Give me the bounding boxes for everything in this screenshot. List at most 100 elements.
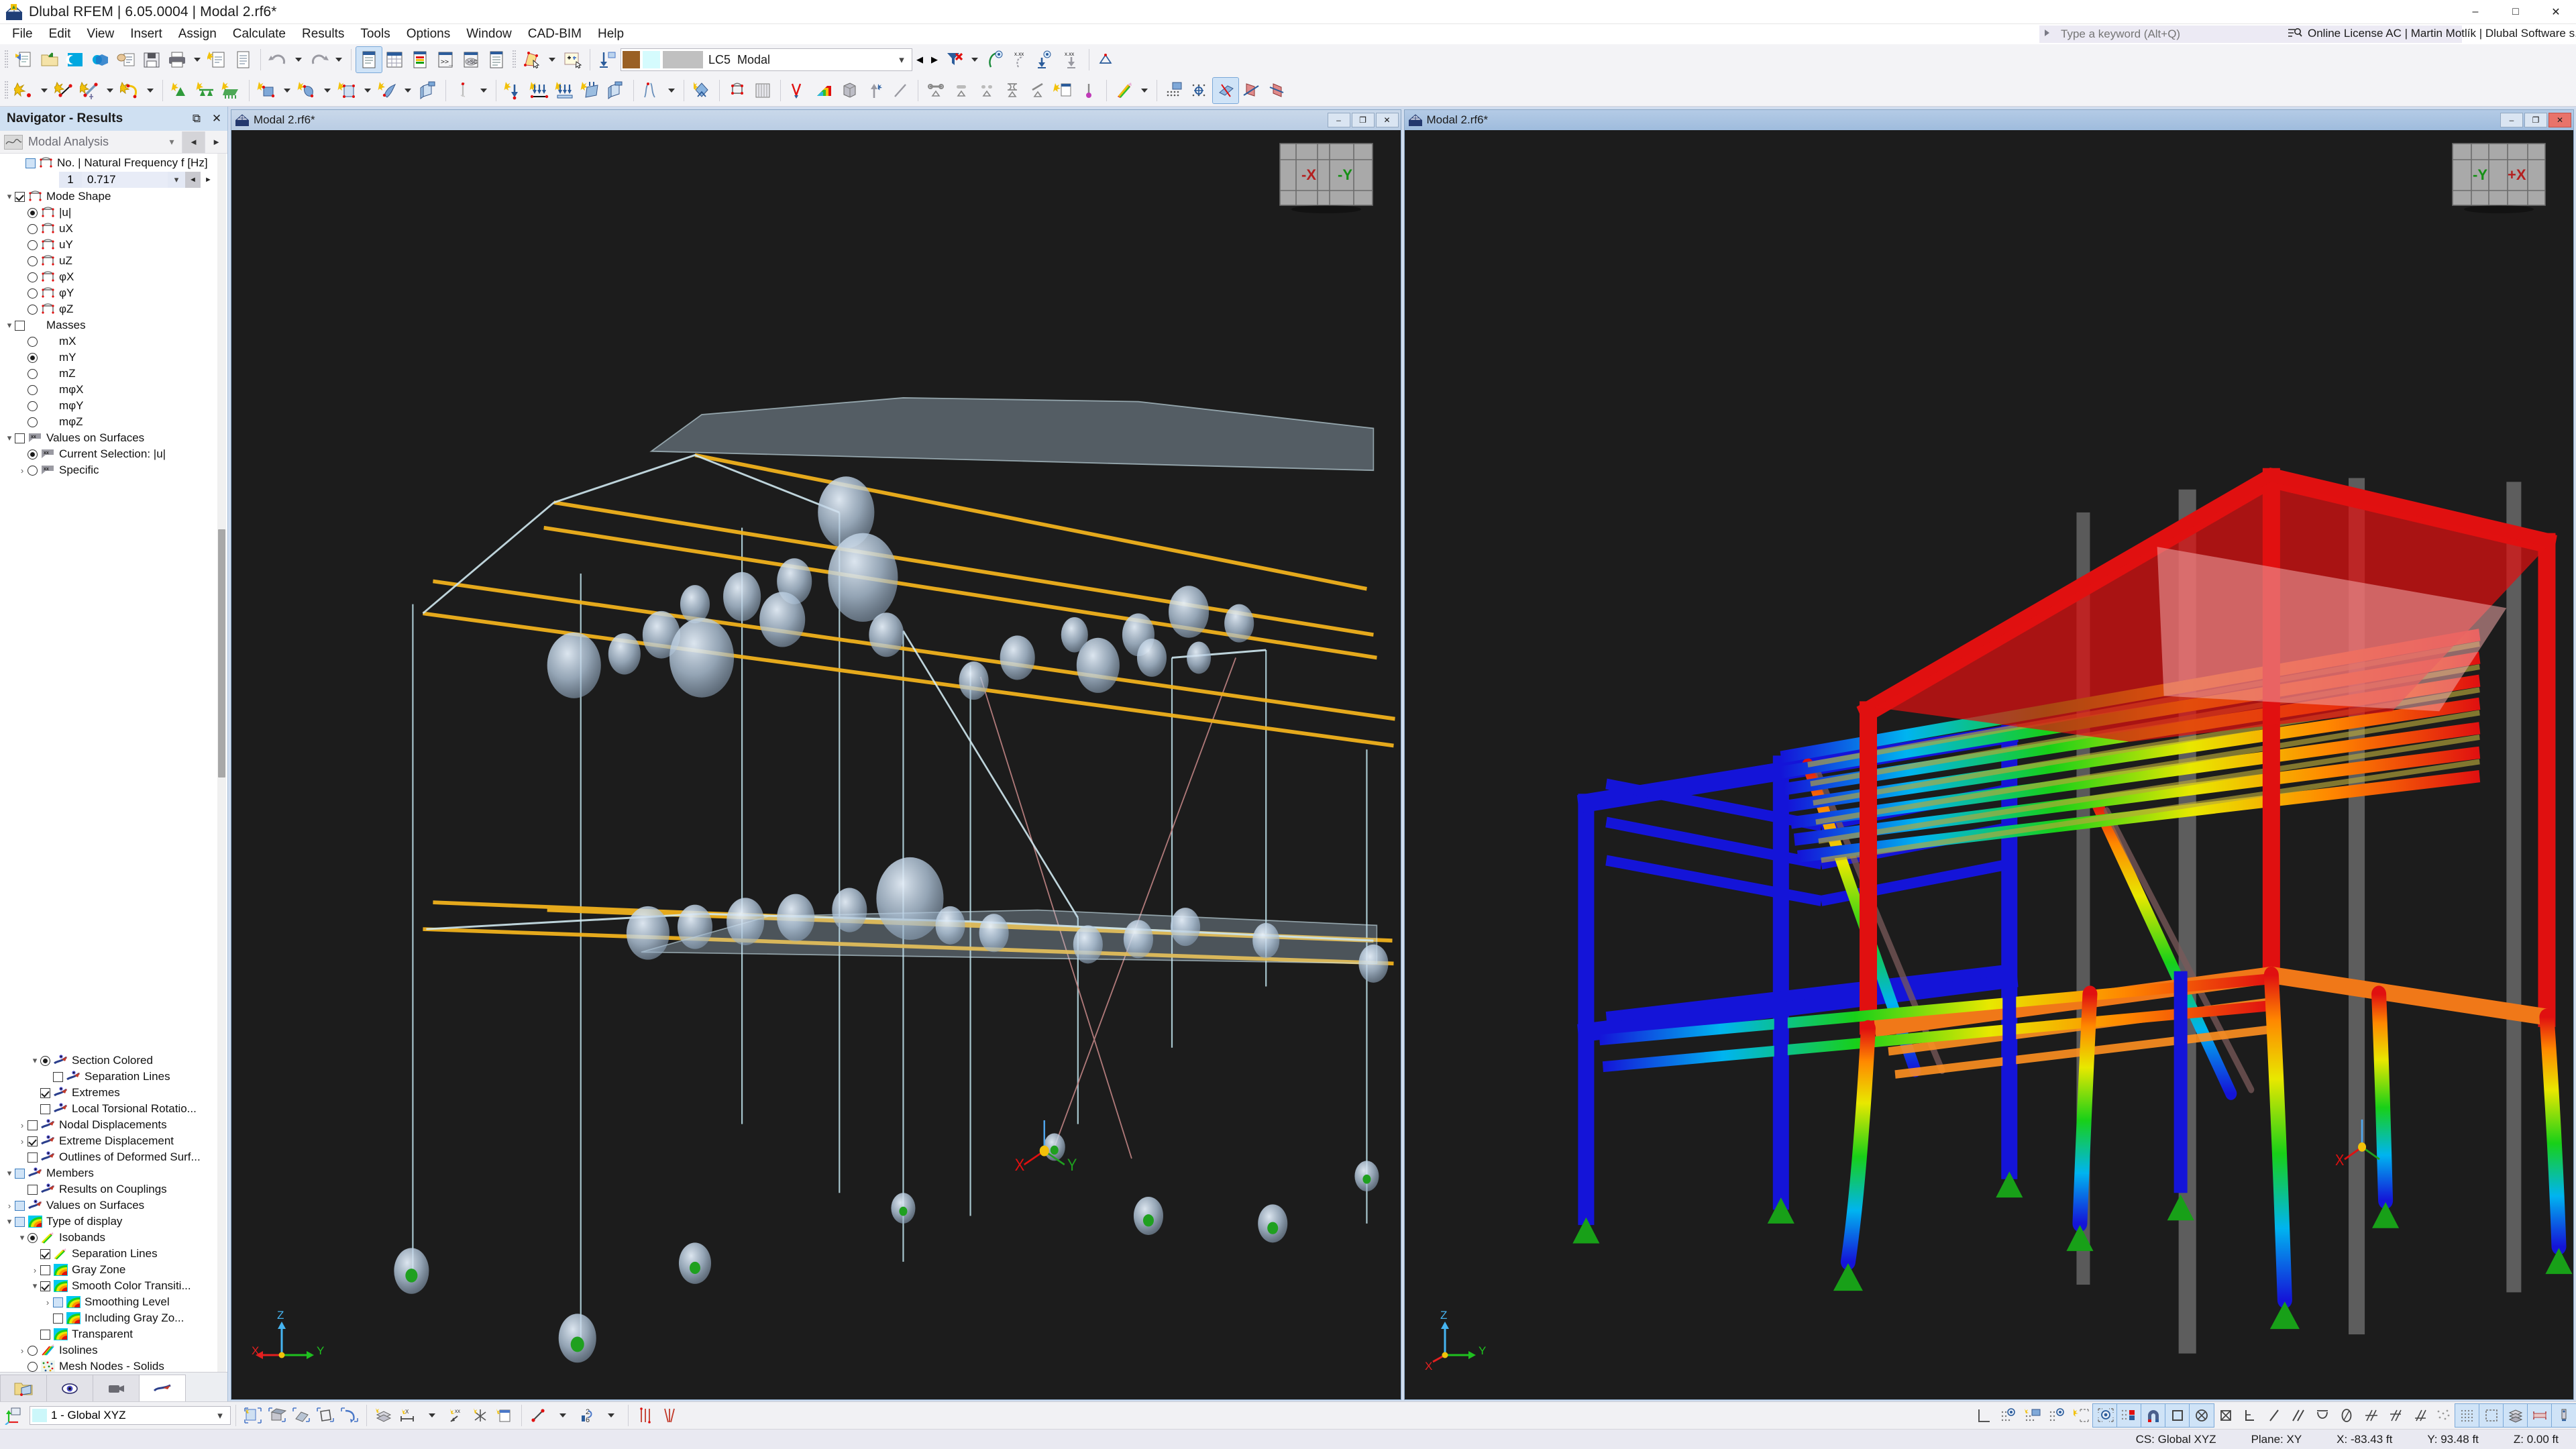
plane-yz-icon[interactable] <box>1264 78 1289 103</box>
table-panel-icon[interactable] <box>382 47 407 72</box>
checkbox[interactable] <box>15 320 25 331</box>
surface-support-icon[interactable] <box>219 78 244 103</box>
save-icon[interactable] <box>139 47 164 72</box>
analysis-selector[interactable]: Modal Analysis ▾ ◄ ► <box>0 131 227 154</box>
viewport-right[interactable]: X -Y +X Z Y X <box>1404 130 2574 1399</box>
tree-item[interactable]: φX <box>0 269 227 285</box>
console-panel-icon[interactable]: >>_ <box>433 47 458 72</box>
navigation-cube-right[interactable]: -Y +X <box>2449 140 2549 213</box>
checkbox-tristate[interactable] <box>15 1168 25 1179</box>
twisty-expanded[interactable]: ▾ <box>4 1168 15 1179</box>
print-dropdown-icon[interactable] <box>190 47 205 72</box>
new-node-icon[interactable] <box>11 78 37 103</box>
radio-button[interactable] <box>28 384 38 395</box>
checkbox[interactable] <box>28 1120 38 1130</box>
tree-item[interactable]: › Values on Surfaces <box>0 1197 227 1214</box>
mdi-close-right[interactable]: ✕ <box>2548 113 2571 127</box>
viewport-left[interactable]: X Y -X -Y Z Y X <box>231 130 1401 1399</box>
menu-item-edit[interactable]: Edit <box>41 25 79 44</box>
color-dropdown-icon[interactable] <box>1137 78 1152 103</box>
coordinates-icon[interactable]: xx <box>444 1404 468 1427</box>
load-line-icon[interactable] <box>552 78 578 103</box>
mdi-restore-left[interactable]: ❐ <box>1351 113 1375 127</box>
tree-item[interactable]: ▾ Masses <box>0 317 227 333</box>
tree-item[interactable]: xx Current Selection: |u| <box>0 446 227 462</box>
coordinate-system-combo[interactable]: 1 - Global XYZ ▾ <box>30 1406 231 1425</box>
checkbox-tristate[interactable] <box>15 1216 25 1227</box>
checkbox-checked[interactable] <box>15 191 25 202</box>
line-snap-icon[interactable] <box>527 1404 551 1427</box>
section-icon[interactable] <box>415 78 441 103</box>
line-snap-dropdown-icon[interactable] <box>551 1404 575 1427</box>
twisty-expanded[interactable]: ▾ <box>4 433 15 443</box>
imperfection-icon[interactable] <box>603 78 629 103</box>
dimension-dropdown-icon[interactable] <box>420 1404 444 1427</box>
radio-button[interactable] <box>28 336 38 347</box>
navigation-cube-left[interactable]: -X -Y <box>1276 140 1377 213</box>
report-icon[interactable] <box>230 47 256 72</box>
mdi-close-left[interactable]: ✕ <box>1375 113 1399 127</box>
tree-item[interactable]: mY <box>0 350 227 366</box>
results-navigator-tab[interactable] <box>139 1375 186 1401</box>
tree-item[interactable]: φY <box>0 285 227 301</box>
wand-dropdown-icon[interactable] <box>476 78 491 103</box>
nodal-support-icon[interactable] <box>168 78 193 103</box>
radio-button[interactable] <box>28 417 38 427</box>
twisty-collapsed[interactable]: › <box>17 466 28 476</box>
new-surface-icon[interactable] <box>117 78 143 103</box>
radio-button[interactable] <box>28 239 38 250</box>
views-navigator-tab[interactable] <box>93 1375 140 1401</box>
perp2-icon[interactable] <box>2383 1404 2407 1427</box>
radio-button-selected[interactable] <box>28 449 38 460</box>
load-member-icon[interactable] <box>527 78 552 103</box>
toolbar-grip[interactable] <box>511 48 517 71</box>
checkbox[interactable] <box>53 1071 63 1082</box>
twisty-expanded[interactable]: ▾ <box>30 1055 40 1066</box>
pin-icon[interactable] <box>1076 78 1102 103</box>
close-button[interactable]: ✕ <box>2536 0 2576 24</box>
grid-dense-icon[interactable] <box>2455 1403 2480 1428</box>
select-objects-icon[interactable] <box>519 47 545 72</box>
tree-item[interactable]: uX <box>0 221 227 237</box>
snap-object-icon[interactable] <box>265 1404 289 1427</box>
tree-item[interactable]: Separation Lines <box>0 1069 227 1085</box>
model-3d-view-left[interactable]: X Y <box>231 130 1401 1399</box>
model-package-icon[interactable] <box>88 47 113 72</box>
hinge3-icon[interactable] <box>974 78 1000 103</box>
result-value-icon[interactable]: x.xx <box>1008 47 1033 72</box>
analysis-prev-button[interactable]: ◄ <box>182 131 205 153</box>
twisty-expanded[interactable]: ▾ <box>17 1232 28 1243</box>
chevron-down-icon[interactable]: ▾ <box>210 1409 230 1421</box>
checkbox[interactable] <box>40 1265 50 1275</box>
twisty-expanded[interactable]: ▾ <box>4 1216 15 1227</box>
snap-grid-icon[interactable] <box>241 1404 265 1427</box>
tree-item[interactable]: › Extreme Displacement <box>0 1133 227 1149</box>
thickness-dropdown-icon[interactable] <box>360 78 375 103</box>
navigator-scrollbar[interactable] <box>217 154 226 1372</box>
tree-item[interactable]: φZ <box>0 301 227 317</box>
radio-button[interactable] <box>28 400 38 411</box>
tree-item[interactable]: mφY <box>0 398 227 414</box>
radio-button[interactable] <box>28 272 38 282</box>
tree-item[interactable]: ▾ Members <box>0 1165 227 1181</box>
rect-icon[interactable] <box>2165 1403 2190 1428</box>
tree-item[interactable]: ▾ Smooth Color Transiti... <box>0 1278 227 1294</box>
menu-item-cadbim[interactable]: CAD-BIM <box>520 25 590 44</box>
checkbox[interactable] <box>15 433 25 443</box>
axis-icon[interactable] <box>468 1404 492 1427</box>
mesh-icon[interactable] <box>639 78 664 103</box>
menu-item-insert[interactable]: Insert <box>122 25 170 44</box>
tree-item[interactable]: › Isolines <box>0 1342 227 1358</box>
model-3d-view-right[interactable]: X <box>1404 130 2574 1399</box>
grid-v-icon[interactable] <box>633 1404 657 1427</box>
navigator-tree[interactable]: No. | Natural Frequency f [Hz] 1 0.717 ▾… <box>0 154 227 1372</box>
tree-item[interactable]: mZ <box>0 366 227 382</box>
checkbox-tristate[interactable] <box>15 1200 25 1211</box>
checkbox-tristate[interactable] <box>53 1297 63 1307</box>
result-value2-icon[interactable]: x.xx <box>1059 47 1084 72</box>
perp-icon[interactable] <box>2359 1404 2383 1427</box>
magnet-icon[interactable] <box>2141 1403 2166 1428</box>
box-x-icon[interactable] <box>2214 1404 2238 1427</box>
tree-item[interactable]: › Gray Zone <box>0 1262 227 1278</box>
close-icon[interactable]: ✕ <box>210 112 223 125</box>
